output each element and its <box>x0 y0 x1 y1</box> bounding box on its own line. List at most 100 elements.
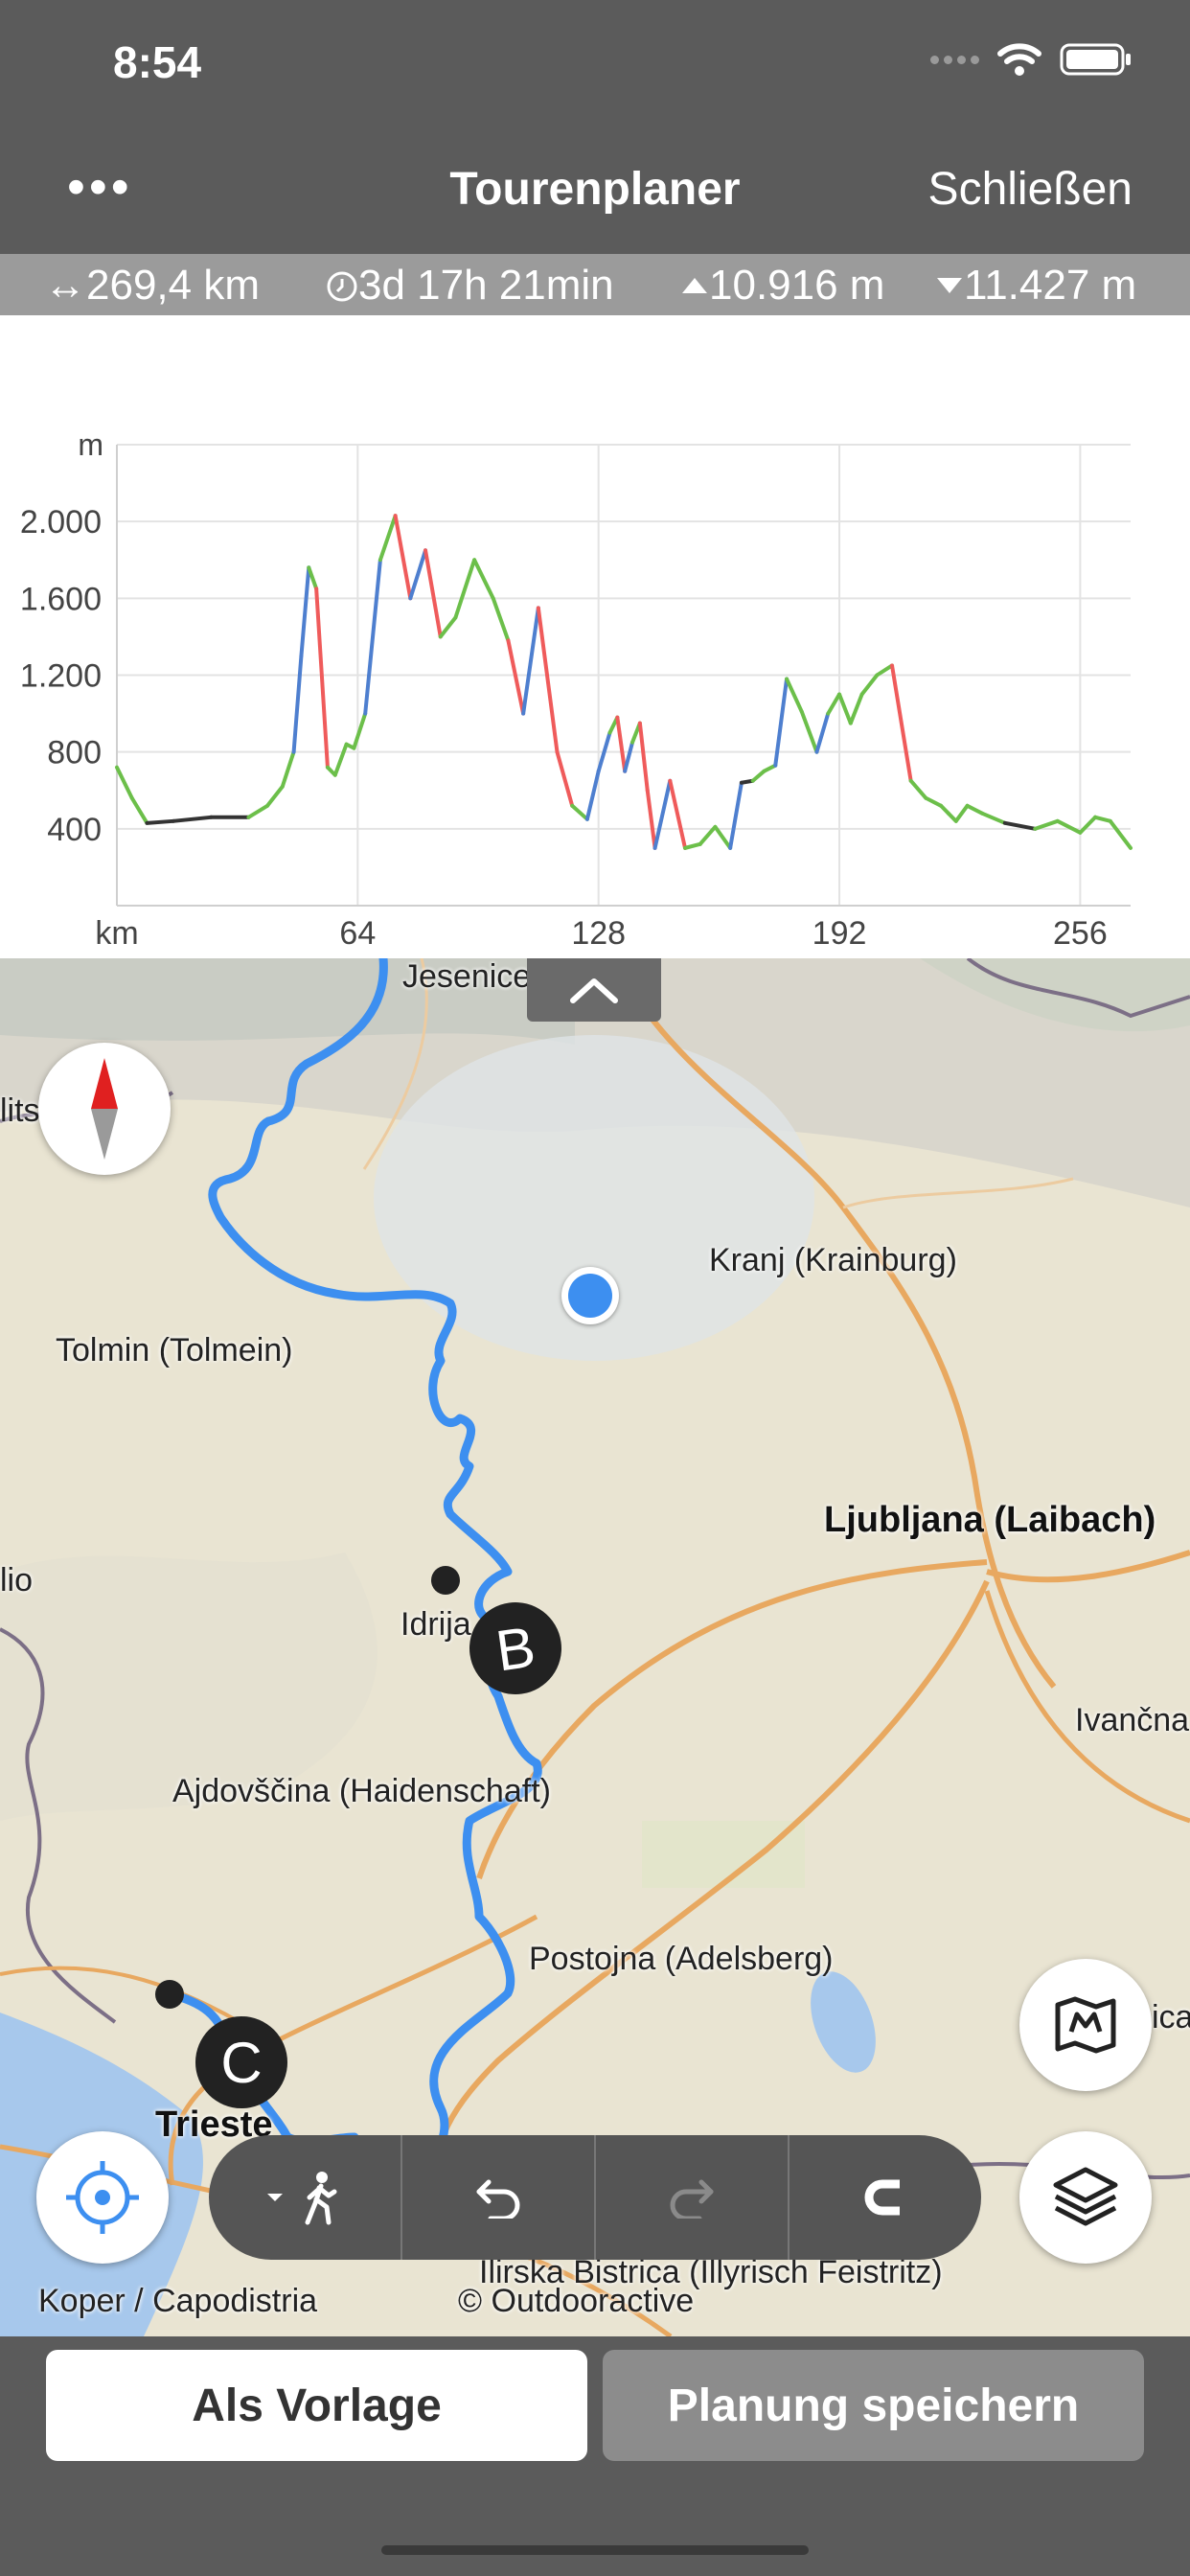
elevation-segment <box>980 811 1007 825</box>
use-as-template-button[interactable]: Als Vorlage <box>46 2350 587 2461</box>
bottom-action-bar: Als Vorlage Planung speichern <box>0 2336 1190 2576</box>
undo-button[interactable] <box>402 2135 596 2260</box>
elevation-segment <box>352 711 368 750</box>
waypoint-label-c: C <box>220 2030 263 2095</box>
snap-to-route-button[interactable] <box>790 2135 981 2260</box>
elevation-segment <box>713 824 733 850</box>
duration-value: 3d 17h 21min <box>358 262 614 309</box>
map-label-ivancna: Ivančna <box>1075 1702 1190 1738</box>
map-label-lio: lio <box>0 1562 34 1598</box>
elevation-segment <box>953 803 970 823</box>
elevation-segment <box>1093 815 1112 823</box>
elevation-segment <box>924 795 944 808</box>
elevation-segment <box>521 606 540 716</box>
map-label-ljubljana: Ljubljana (Laibach) <box>824 1500 1156 1540</box>
elevation-segment <box>859 673 880 697</box>
elevation-segment <box>668 778 688 850</box>
descent-value: 11.427 m <box>964 262 1137 309</box>
planning-toolbar <box>209 2135 981 2260</box>
close-button[interactable]: Schließen <box>928 163 1133 216</box>
elevation-segment <box>652 778 673 850</box>
elevation-segment <box>683 841 702 850</box>
elevation-segment <box>115 765 134 800</box>
y-tick-label: 1.600 <box>20 581 102 617</box>
elevation-segment <box>129 795 149 825</box>
descent-arrow-icon <box>937 278 962 293</box>
elevation-segment <box>637 721 650 793</box>
elevation-segment <box>908 778 928 800</box>
elevation-segment <box>965 803 985 816</box>
elevation-segment <box>875 663 895 678</box>
map-style-button[interactable] <box>1019 1959 1152 2091</box>
map-label-tolmin: Tolmin (Tolmein) <box>56 1332 293 1368</box>
elevation-chart-svg: 2.000 1.600 1.200 800 400 64 128 192 256 m km <box>20 427 1133 952</box>
ascent-arrow-icon <box>682 278 707 293</box>
collapse-chart-tab[interactable] <box>527 958 661 1022</box>
compass-button[interactable] <box>38 1043 171 1175</box>
waypoint-dot-c <box>155 1980 184 2009</box>
elevation-segment <box>453 558 477 620</box>
elevation-profile-chart[interactable]: 2.000 1.600 1.200 800 400 64 128 192 256 m km <box>0 315 1190 958</box>
elevation-segment <box>491 596 511 643</box>
chevron-up-icon <box>570 978 618 1003</box>
status-bar: 8:54 <box>0 0 1190 134</box>
elevation-segment <box>145 818 175 825</box>
tour-stats-bar: ↔269,4 km 3d 17h 21min 10.916 m 11.427 m <box>0 254 1190 315</box>
map-label-idrija: Idrija <box>400 1606 471 1643</box>
elevation-segment <box>438 615 458 639</box>
save-plan-button[interactable]: Planung speichern <box>603 2350 1144 2461</box>
elevation-segment <box>408 548 428 601</box>
compass-icon <box>91 1058 118 1160</box>
navigation-bar: ••• Tourenplaner Schließen <box>0 134 1190 254</box>
elevation-segment <box>1055 818 1083 835</box>
layers-button[interactable] <box>1019 2131 1152 2264</box>
map-view[interactable]: Jesenice lits Kranj (Krainburg) Tolmin (… <box>0 958 1190 2336</box>
elevation-segment <box>615 715 628 773</box>
elevation-segment <box>265 784 285 808</box>
elevation-segment <box>423 548 443 639</box>
layers-icon <box>1053 2167 1118 2226</box>
elevation-segment <box>1108 818 1133 850</box>
undo-icon <box>476 2179 520 2219</box>
elevation-segment <box>307 565 319 591</box>
map-icon <box>1055 1996 1116 2054</box>
routing-mode-button[interactable] <box>209 2135 402 2260</box>
x-tick-label: 128 <box>571 915 626 952</box>
elevation-segment <box>826 692 842 716</box>
elevation-segment <box>837 692 853 725</box>
elevation-segment <box>785 677 804 714</box>
descent-stat: 11.427 m <box>935 262 1136 310</box>
ascent-value: 10.916 m <box>709 262 885 309</box>
waypoint-dot-b <box>431 1566 460 1595</box>
redo-button[interactable] <box>596 2135 790 2260</box>
elevation-segment <box>623 740 635 773</box>
map-label-postojna: Postojna (Adelsberg) <box>529 1941 834 1977</box>
magnet-icon <box>864 2179 905 2216</box>
waypoint-marker-c[interactable]: C <box>195 2016 287 2108</box>
map-label-lits: lits <box>0 1092 40 1129</box>
distance-stat: ↔269,4 km <box>44 262 260 309</box>
elevation-segment <box>393 514 413 601</box>
waypoint-label-b: B <box>492 1614 539 1683</box>
elevation-segment <box>171 815 214 823</box>
redo-icon <box>670 2179 714 2219</box>
x-tick-label: 64 <box>339 915 376 952</box>
y-axis-unit-label: m <box>78 427 103 462</box>
map-label-kranj: Kranj (Krainburg) <box>709 1242 957 1278</box>
elevation-segment <box>750 769 767 783</box>
elevation-segment <box>1078 815 1098 835</box>
map-label-jesenice: Jesenice <box>402 958 532 995</box>
elevation-segment <box>728 780 744 850</box>
map-copyright: © Outdooractive <box>458 2283 695 2319</box>
status-time: 8:54 <box>113 37 202 87</box>
elevation-segment <box>1033 818 1060 831</box>
status-icons <box>930 42 1133 77</box>
elevation-segment <box>799 709 819 754</box>
locate-me-button[interactable] <box>36 2131 169 2264</box>
map-label-ica: ica <box>1152 1999 1190 2036</box>
wifi-icon <box>997 43 1041 76</box>
signal-icon <box>930 55 979 64</box>
ascent-stat: 10.916 m <box>680 262 884 310</box>
elevation-segment <box>570 803 589 821</box>
elevation-segment <box>280 749 296 789</box>
